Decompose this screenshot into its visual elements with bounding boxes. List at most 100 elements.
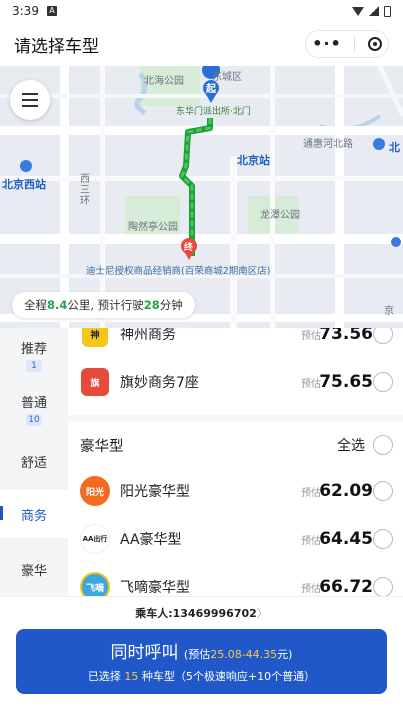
car-price: 62.09	[319, 481, 373, 501]
estimate-label: 预估	[301, 583, 321, 595]
bottom-action-bar: 乘车人:13469996702〉 同时呼叫 (预估25.08-44.35元) 已…	[0, 596, 403, 716]
list-item[interactable]: 阳光 阳光豪华型 预估 62.09 元	[68, 467, 403, 515]
feidi-logo-icon: 飞嘀	[80, 572, 110, 596]
list-item[interactable]: AA出行 AA豪华型 预估 64.45 元	[68, 515, 403, 563]
estimate-label: 预估	[301, 330, 321, 342]
car-price: 66.72	[319, 577, 373, 596]
route-summary-mid: 公里, 预计行驶	[67, 298, 144, 312]
end-marker-label: 终	[184, 243, 194, 253]
route-summary: 全程 8.4 公里, 预计行驶 28 分钟	[12, 292, 195, 318]
car-type-panel: 推荐 1 普通 10 舒适 商务 豪华 神 神州商务 预估 73.56 元 旗 …	[0, 328, 403, 596]
select-all-label[interactable]: 全选	[337, 435, 365, 455]
route-distance: 8.4	[47, 298, 68, 312]
car-type-list: 神 神州商务 预估 73.56 元 旗 旗妙商务7座 预估 75.65 元 豪华…	[68, 328, 403, 596]
estimate-label: 预估	[301, 487, 321, 499]
select-checkbox[interactable]	[373, 481, 393, 501]
capsule-divider	[354, 36, 356, 52]
menu-icon-bar	[22, 105, 38, 107]
car-type-name: 旗妙商务7座	[120, 375, 199, 391]
list-item[interactable]: 神 神州商务 预估 73.56 元	[68, 328, 403, 358]
sidebar-item-comfort[interactable]: 舒适	[0, 452, 68, 471]
car-type-name: 神州商务	[120, 328, 176, 343]
yangguang-logo-icon: 阳光	[80, 476, 110, 506]
car-type-name: 飞嘀豪华型	[120, 580, 190, 596]
status-bar: 3:39 A	[0, 0, 403, 22]
route-minutes: 28	[143, 298, 160, 312]
select-checkbox[interactable]	[373, 372, 393, 392]
call-button-main: 同时呼叫 (预估25.08-44.35元)	[16, 638, 387, 663]
sidebar-badge: 1	[26, 360, 42, 372]
call-label: 同时呼叫	[110, 643, 179, 663]
car-price: 64.45	[319, 529, 373, 549]
map-label-tonghui: 通惠河北路	[303, 139, 353, 150]
category-sidebar: 推荐 1 普通 10 舒适 商务 豪华	[0, 328, 68, 596]
selected-count: 15	[124, 670, 139, 683]
more-dots-icon[interactable]: •·•	[312, 36, 342, 52]
map-label-beihai: 北海公园	[144, 76, 184, 87]
passenger-selector[interactable]: 乘车人:13469996702〉	[0, 605, 403, 621]
qimiao-logo-icon: 旗	[81, 368, 109, 396]
passenger-phone: 乘车人:13469996702	[135, 607, 257, 620]
menu-icon-bar	[22, 99, 38, 101]
map-menu-button[interactable]	[10, 80, 50, 120]
notification-a-icon: A	[46, 6, 57, 16]
list-item[interactable]: 飞嘀 飞嘀豪华型 预估 66.72 元	[68, 563, 403, 596]
sidebar-item-label: 舒适	[20, 456, 47, 471]
sidebar-item-business[interactable]: 商务	[0, 490, 68, 538]
start-marker-label: 起	[206, 84, 216, 95]
estimate-label: 预估	[301, 378, 321, 390]
route-summary-suffix: 分钟	[159, 298, 183, 312]
sidebar-item-normal[interactable]: 普通 10	[0, 392, 68, 426]
chevron-right-icon: 〉	[256, 607, 268, 620]
map-label-beijing-station: 北京站	[237, 154, 270, 167]
estimate-prefix: (预估	[183, 648, 211, 661]
car-price: 73.56	[319, 328, 373, 344]
car-price: 75.65	[319, 372, 373, 392]
signal-icon	[369, 6, 379, 16]
map-label-dongcheng: 东城区	[212, 72, 242, 83]
route-map[interactable]: 北海公园 东城区 东华门派出所·北门 通惠河北路 北京站 北京西站 西三环 陶然…	[0, 66, 403, 328]
map-label-bei: 北	[389, 141, 400, 154]
battery-icon	[384, 5, 391, 17]
page-title: 请选择车型	[14, 36, 99, 57]
status-icons	[352, 5, 391, 17]
map-label-disney: 迪士尼授权商品经销商(百荣商城2期南区店)	[86, 266, 271, 277]
select-checkbox[interactable]	[373, 328, 393, 344]
route-summary-prefix: 全程	[24, 298, 47, 312]
call-simultaneously-button[interactable]: 同时呼叫 (预估25.08-44.35元) 已选择 15 种车型（5个极速响应+…	[16, 629, 387, 694]
shenzhou-logo-icon: 神	[82, 328, 108, 347]
estimate-suffix: 元)	[277, 648, 293, 661]
sidebar-item-recommend[interactable]: 推荐 1	[0, 338, 68, 372]
estimate-range: 25.08-44.35	[210, 648, 278, 661]
sidebar-item-label: 商务	[20, 509, 47, 524]
sidebar-item-label: 推荐	[20, 342, 47, 357]
title-bar: 请选择车型 •·•	[0, 22, 403, 66]
estimate-label: 预估	[301, 535, 321, 547]
map-label-xisanhuan: 西三环	[80, 174, 90, 207]
luxury-section-header: 豪华型 全选	[68, 421, 403, 469]
select-checkbox[interactable]	[373, 529, 393, 549]
select-checkbox[interactable]	[373, 577, 393, 596]
car-type-name: AA豪华型	[120, 532, 182, 548]
wifi-icon	[352, 6, 364, 16]
sidebar-item-luxury[interactable]: 豪华	[0, 560, 68, 579]
map-label-xizhan: 北京西站	[2, 178, 46, 191]
car-type-name: 阳光豪华型	[120, 484, 190, 500]
sidebar-item-label: 豪华	[20, 564, 47, 579]
map-label-longtan: 龙潭公园	[260, 210, 300, 221]
selected-suffix: 种车型（5个极速响应+10个普通）	[138, 670, 316, 683]
section-title: 豪华型	[80, 438, 124, 455]
menu-icon-bar	[22, 93, 38, 95]
call-button-selected-info: 已选择 15 种车型（5个极速响应+10个普通）	[16, 668, 387, 684]
sidebar-item-label: 普通	[20, 396, 47, 411]
map-label-jing: 京	[384, 306, 394, 317]
sidebar-badge: 10	[26, 414, 42, 426]
selected-prefix: 已选择	[87, 670, 125, 683]
select-all-checkbox[interactable]	[373, 435, 393, 455]
close-target-icon[interactable]	[367, 37, 382, 51]
list-item[interactable]: 旗 旗妙商务7座 预估 75.65 元	[68, 358, 403, 406]
mini-program-capsule: •·•	[305, 30, 389, 58]
map-label-taoranting: 陶然亭公园	[128, 222, 178, 233]
status-time: 3:39	[12, 4, 39, 18]
map-label-donghuamen: 东华门派出所·北门	[176, 107, 251, 117]
